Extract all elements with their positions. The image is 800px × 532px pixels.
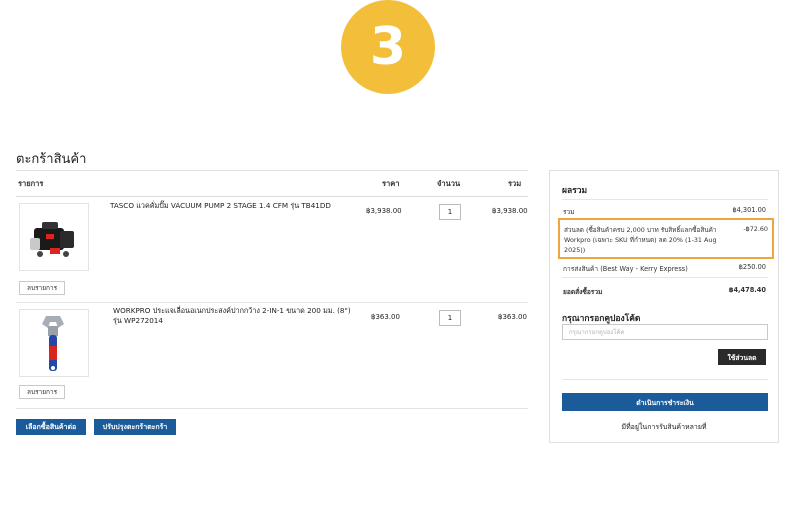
step-number-badge: 3 [341, 0, 435, 94]
grand-total-value: ฿4,478.40 [728, 286, 766, 294]
checkout-button[interactable]: ดำเนินการชำระเงิน [562, 393, 768, 411]
header-total: รวม [508, 178, 522, 188]
shipping-row: การส่งสินค้า (Best Way - Kerry Express) … [563, 263, 766, 274]
multi-address-link[interactable]: มีที่อยู่ในการรับสินค้าหลายที่ [550, 422, 778, 433]
cart-item-row: WORKPRO ประแจเลื่อนอเนกประสงค์ปากกว้าง 2… [16, 303, 528, 409]
apply-coupon-button[interactable]: ใช้ส่วนลด [718, 349, 766, 365]
subtotal-value: ฿4,301.00 [732, 206, 766, 214]
cart-table-header: รายการ ราคา จำนวน รวม [16, 171, 528, 197]
grand-total-row: ยอดสั่งซื้อรวม ฿4,478.40 [563, 286, 766, 297]
vacuum-pump-product-image[interactable] [19, 203, 89, 271]
page-title: ตะกร้าสินค้า [16, 152, 87, 167]
product-price: ฿363.00 [371, 313, 400, 321]
product-price: ฿3,938.00 [366, 207, 402, 215]
quantity-input[interactable]: 1 [439, 310, 461, 326]
summary-title: ผลรวม [562, 186, 588, 196]
cart-table: รายการ ราคา จำนวน รวม TASCO แวคคั่มปั๊ม … [16, 170, 528, 409]
coupon-code-input[interactable] [562, 324, 768, 340]
header-price: ราคา [382, 178, 400, 188]
cart-item-row: TASCO แวคคั่มปั๊ม VACUUM PUMP 2 STAGE 1.… [16, 197, 528, 303]
product-line-total: ฿3,938.00 [492, 207, 528, 215]
shipping-label: การส่งสินค้า (Best Way - Kerry Express) [563, 265, 688, 273]
product-name[interactable]: WORKPRO ประแจเลื่อนอเนกประสงค์ปากกว้าง 2… [113, 306, 353, 326]
shipping-value: ฿250.00 [738, 263, 766, 271]
product-name[interactable]: TASCO แวคคั่มปั๊ม VACUUM PUMP 2 STAGE 1.… [110, 201, 350, 211]
subtotal-label: รวม [563, 208, 575, 216]
product-line-total: ฿363.00 [498, 313, 527, 321]
remove-item-button[interactable]: ลบรายการ [19, 281, 66, 295]
coupon-title: กรุณากรอกคูปองโค้ด [562, 314, 641, 324]
discount-value: -฿72.60 [743, 225, 768, 233]
order-summary: ผลรวม รวม ฿4,301.00 ส่วนลด (ซื้อสินค้าคร… [549, 170, 779, 443]
subtotal-row: รวม ฿4,301.00 [563, 206, 766, 217]
discount-highlight: ส่วนลด (ซื้อสินค้าครบ 2,000 บาท รับสิทธิ… [558, 218, 774, 259]
remove-item-button[interactable]: ลบรายการ [19, 385, 66, 399]
grand-total-label: ยอดสั่งซื้อรวม [563, 288, 603, 296]
discount-label: ส่วนลด (ซื้อสินค้าครบ 2,000 บาท รับสิทธิ… [564, 226, 717, 254]
update-cart-button[interactable]: ปรับปรุงตะกร้าตะกร้า [94, 419, 176, 435]
continue-shopping-button[interactable]: เลือกซื้อสินค้าต่อ [16, 419, 86, 435]
header-qty: จำนวน [437, 178, 461, 188]
adjustable-wrench-product-image[interactable] [19, 309, 89, 377]
header-items: รายการ [18, 178, 44, 188]
quantity-input[interactable]: 1 [439, 204, 461, 220]
